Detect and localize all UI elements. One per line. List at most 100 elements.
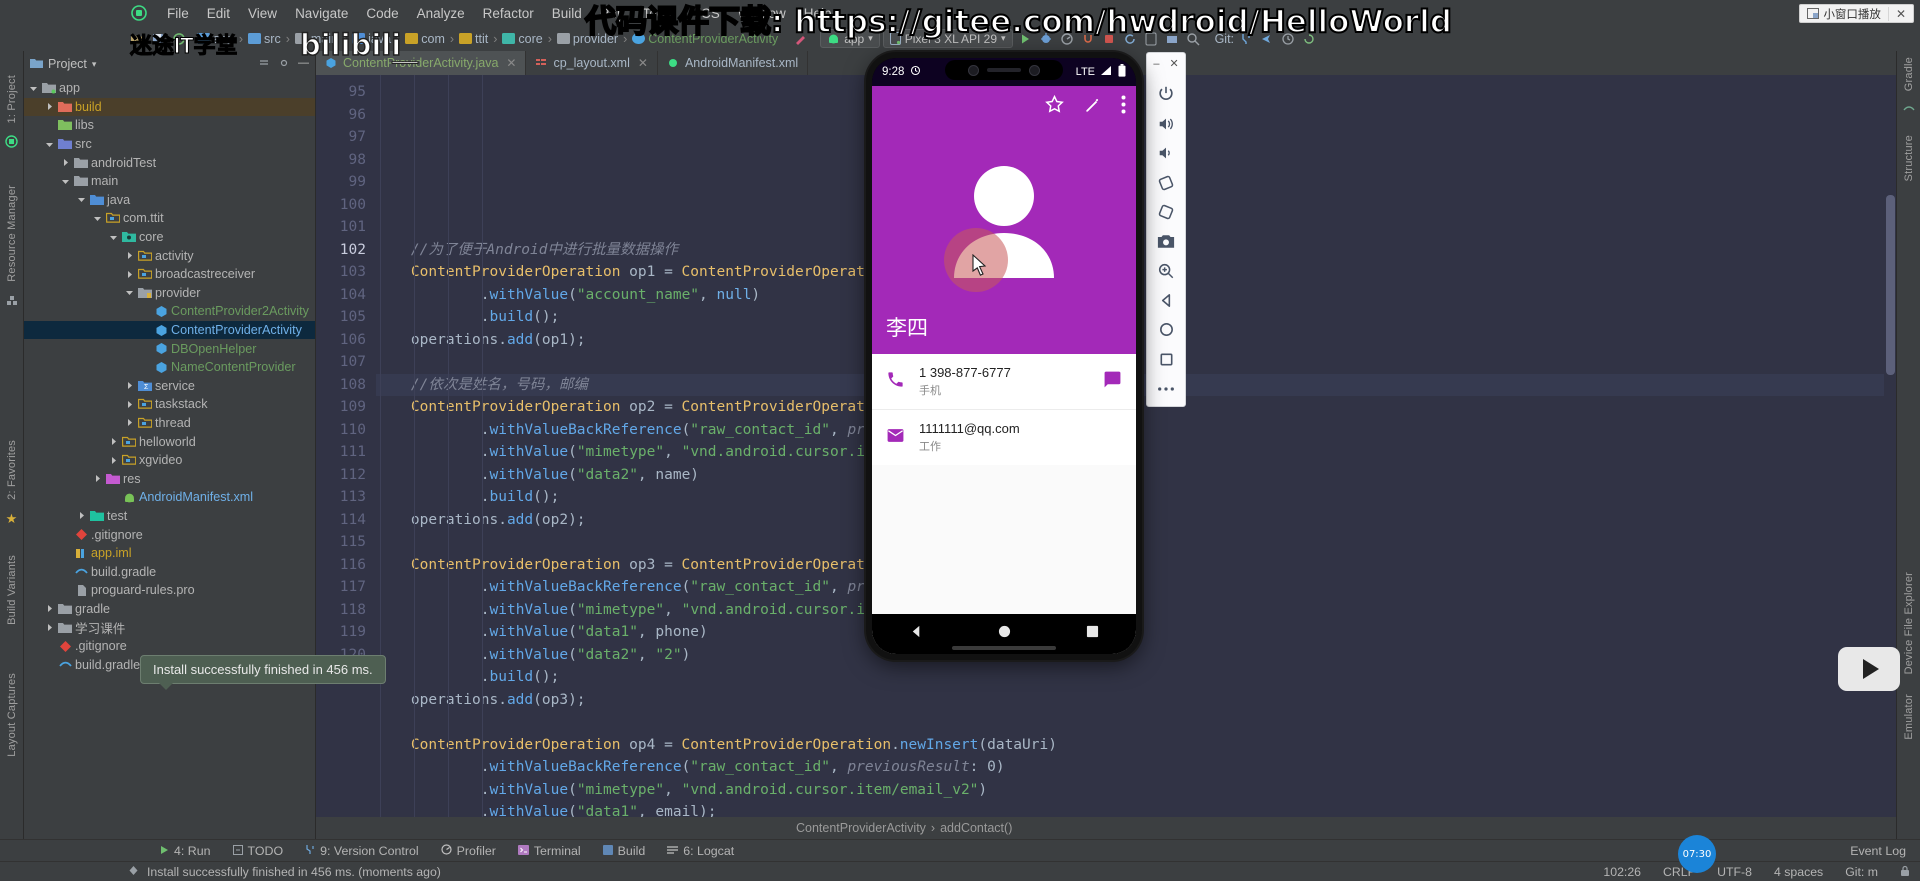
tree-node-libs[interactable]: libs bbox=[24, 116, 315, 135]
tree-node-taskstack[interactable]: taskstack bbox=[24, 395, 315, 414]
edit-icon-action[interactable] bbox=[1083, 95, 1103, 120]
rotate-right-icon[interactable] bbox=[1154, 203, 1178, 221]
indent-setting[interactable]: 4 spaces bbox=[1774, 865, 1823, 879]
tree-node--gitignore[interactable]: .gitignore bbox=[24, 637, 315, 656]
toolwindow-version-control[interactable]: 9: Version Control bbox=[294, 844, 430, 858]
tree-toggle-13[interactable] bbox=[140, 325, 151, 336]
tree-node-helloworld[interactable]: helloworld bbox=[24, 432, 315, 451]
git-push-icon[interactable] bbox=[1258, 30, 1276, 48]
tree-toggle-27[interactable] bbox=[60, 585, 71, 596]
tree-toggle-31[interactable] bbox=[44, 659, 55, 670]
profile-button[interactable] bbox=[1058, 30, 1076, 48]
breadcrumb-app[interactable]: app bbox=[213, 32, 234, 46]
menu-code[interactable]: Code bbox=[357, 4, 407, 23]
tree-node--gitignore[interactable]: .gitignore bbox=[24, 525, 315, 544]
tree-node-service[interactable]: Σservice bbox=[24, 377, 315, 396]
tree-node-thread[interactable]: thread bbox=[24, 414, 315, 433]
tree-toggle-18[interactable] bbox=[124, 417, 135, 428]
tree-node-core[interactable]: core bbox=[24, 228, 315, 247]
open-icon[interactable] bbox=[128, 30, 146, 48]
menu-vcs[interactable]: VCS bbox=[683, 4, 729, 23]
project-tree[interactable]: app build libs src androidTest main java com.tt… bbox=[24, 77, 315, 839]
menu-build[interactable]: Build bbox=[543, 4, 591, 23]
tree-node-androidmanifest-xml[interactable]: AndroidManifest.xml bbox=[24, 488, 315, 507]
tree-node-dbopenhelper[interactable]: DBOpenHelper bbox=[24, 339, 315, 358]
breadcrumb-com[interactable]: com bbox=[421, 32, 445, 46]
tree-toggle-24[interactable] bbox=[60, 529, 71, 540]
tree-toggle-23[interactable] bbox=[76, 510, 87, 521]
tree-node-activity[interactable]: activity bbox=[24, 246, 315, 265]
breadcrumb-class[interactable]: ContentProviderActivity bbox=[648, 32, 778, 46]
tree-toggle-6[interactable] bbox=[76, 194, 87, 205]
run-button[interactable] bbox=[1016, 30, 1034, 48]
rail-build-variants[interactable]: Build Variants bbox=[6, 555, 18, 625]
sdk-manager-icon[interactable] bbox=[1163, 30, 1181, 48]
emulator-minimize-button[interactable]: – bbox=[1153, 58, 1159, 70]
rail-emulator[interactable]: Emulator bbox=[1903, 694, 1915, 740]
tree-toggle-9[interactable] bbox=[124, 250, 135, 261]
toolwindow-terminal[interactable]: Terminal bbox=[507, 844, 592, 858]
tree-toggle-3[interactable] bbox=[44, 139, 55, 150]
tree-node-main[interactable]: main bbox=[24, 172, 315, 191]
hammer-icon[interactable] bbox=[791, 30, 809, 48]
pip-close-button[interactable]: ✕ bbox=[1887, 6, 1913, 21]
tree-toggle-17[interactable] bbox=[124, 399, 135, 410]
tree-node-broadcastreceiver[interactable]: broadcastreceiver bbox=[24, 265, 315, 284]
tree-node-build-gradle[interactable]: build.gradle bbox=[24, 562, 315, 581]
save-icon[interactable] bbox=[149, 30, 167, 48]
pip-button[interactable]: 小窗口播放 bbox=[1800, 6, 1888, 22]
tree-toggle-21[interactable] bbox=[92, 473, 103, 484]
emulator-screen[interactable]: 9:28 LTE 李四 1 398-877-6777 手机 1111111@qq… bbox=[872, 58, 1136, 654]
menu-view[interactable]: View bbox=[239, 4, 286, 23]
emulator-back-icon[interactable] bbox=[1154, 291, 1178, 309]
method-breadcrumb-method[interactable]: addContact() bbox=[940, 821, 1012, 835]
rail-favorites[interactable]: 2: Favorites bbox=[6, 440, 18, 500]
file-encoding[interactable]: UTF-8 bbox=[1717, 865, 1752, 879]
breadcrumb-ttit[interactable]: ttit bbox=[475, 32, 488, 46]
tree-toggle-2[interactable] bbox=[44, 120, 55, 131]
rail-project[interactable]: 1: Project bbox=[6, 75, 18, 123]
git-update-icon[interactable] bbox=[1300, 30, 1318, 48]
stop-button[interactable] bbox=[1100, 30, 1118, 48]
toolwindow-logcat[interactable]: 6: Logcat bbox=[656, 844, 745, 858]
tree-toggle-11[interactable] bbox=[124, 287, 135, 298]
toolwindow-todo[interactable]: TODO bbox=[222, 844, 295, 858]
editor-scrollbar[interactable] bbox=[1884, 75, 1896, 817]
tree-node-java[interactable]: java bbox=[24, 191, 315, 210]
tree-toggle-12[interactable] bbox=[140, 306, 151, 317]
tree-toggle-0[interactable] bbox=[28, 83, 39, 94]
tree-node-com-ttit[interactable]: com.ttit bbox=[24, 209, 315, 228]
tree-node-app-iml[interactable]: app.iml bbox=[24, 544, 315, 563]
tree-toggle-5[interactable] bbox=[60, 176, 71, 187]
tree-node-proguard-rules-pro[interactable]: proguard-rules.pro bbox=[24, 581, 315, 600]
toolwindow-run[interactable]: 4: Run bbox=[148, 844, 222, 858]
tree-toggle-4[interactable] bbox=[60, 157, 71, 168]
event-log-label[interactable]: Event Log bbox=[1850, 844, 1906, 858]
tree-node-gradle[interactable]: gradle bbox=[24, 600, 315, 619]
debug-button[interactable] bbox=[1037, 30, 1055, 48]
tree-toggle-1[interactable] bbox=[44, 101, 55, 112]
tree-toggle-22[interactable] bbox=[108, 492, 119, 503]
caret-position[interactable]: 102:26 bbox=[1603, 865, 1641, 879]
tab-close-0[interactable]: ✕ bbox=[506, 56, 516, 70]
menu-file[interactable]: File bbox=[158, 4, 198, 23]
rail-layout-captures[interactable]: Layout Captures bbox=[6, 673, 18, 757]
rail-device-file-explorer[interactable]: Device File Explorer bbox=[1903, 572, 1915, 674]
tab-content-provider-activity[interactable]: ContentProviderActivity.java ✕ bbox=[316, 51, 527, 75]
emulator-home-icon[interactable] bbox=[1154, 321, 1178, 339]
power-icon[interactable] bbox=[1154, 85, 1178, 103]
rotate-left-icon[interactable] bbox=[1154, 173, 1178, 191]
tree-node-namecontentprovider[interactable]: NameContentProvider bbox=[24, 358, 315, 377]
rail-structure[interactable]: Structure bbox=[1903, 135, 1915, 181]
tree-toggle-10[interactable] bbox=[124, 269, 135, 280]
search-everywhere-icon[interactable] bbox=[1184, 30, 1202, 48]
tree-node-androidtest[interactable]: androidTest bbox=[24, 153, 315, 172]
lock-icon[interactable] bbox=[1900, 865, 1910, 879]
method-breadcrumb-class[interactable]: ContentProviderActivity bbox=[796, 821, 926, 835]
tree-node-contentprovideractivity[interactable]: ContentProviderActivity bbox=[24, 320, 315, 340]
emulator-overview-icon[interactable] bbox=[1154, 350, 1178, 368]
more-icon[interactable] bbox=[1154, 380, 1178, 398]
menu-analyze[interactable]: Analyze bbox=[408, 4, 474, 23]
tree-toggle-16[interactable] bbox=[124, 380, 135, 391]
tab-android-manifest[interactable]: AndroidManifest.xml bbox=[658, 51, 809, 75]
